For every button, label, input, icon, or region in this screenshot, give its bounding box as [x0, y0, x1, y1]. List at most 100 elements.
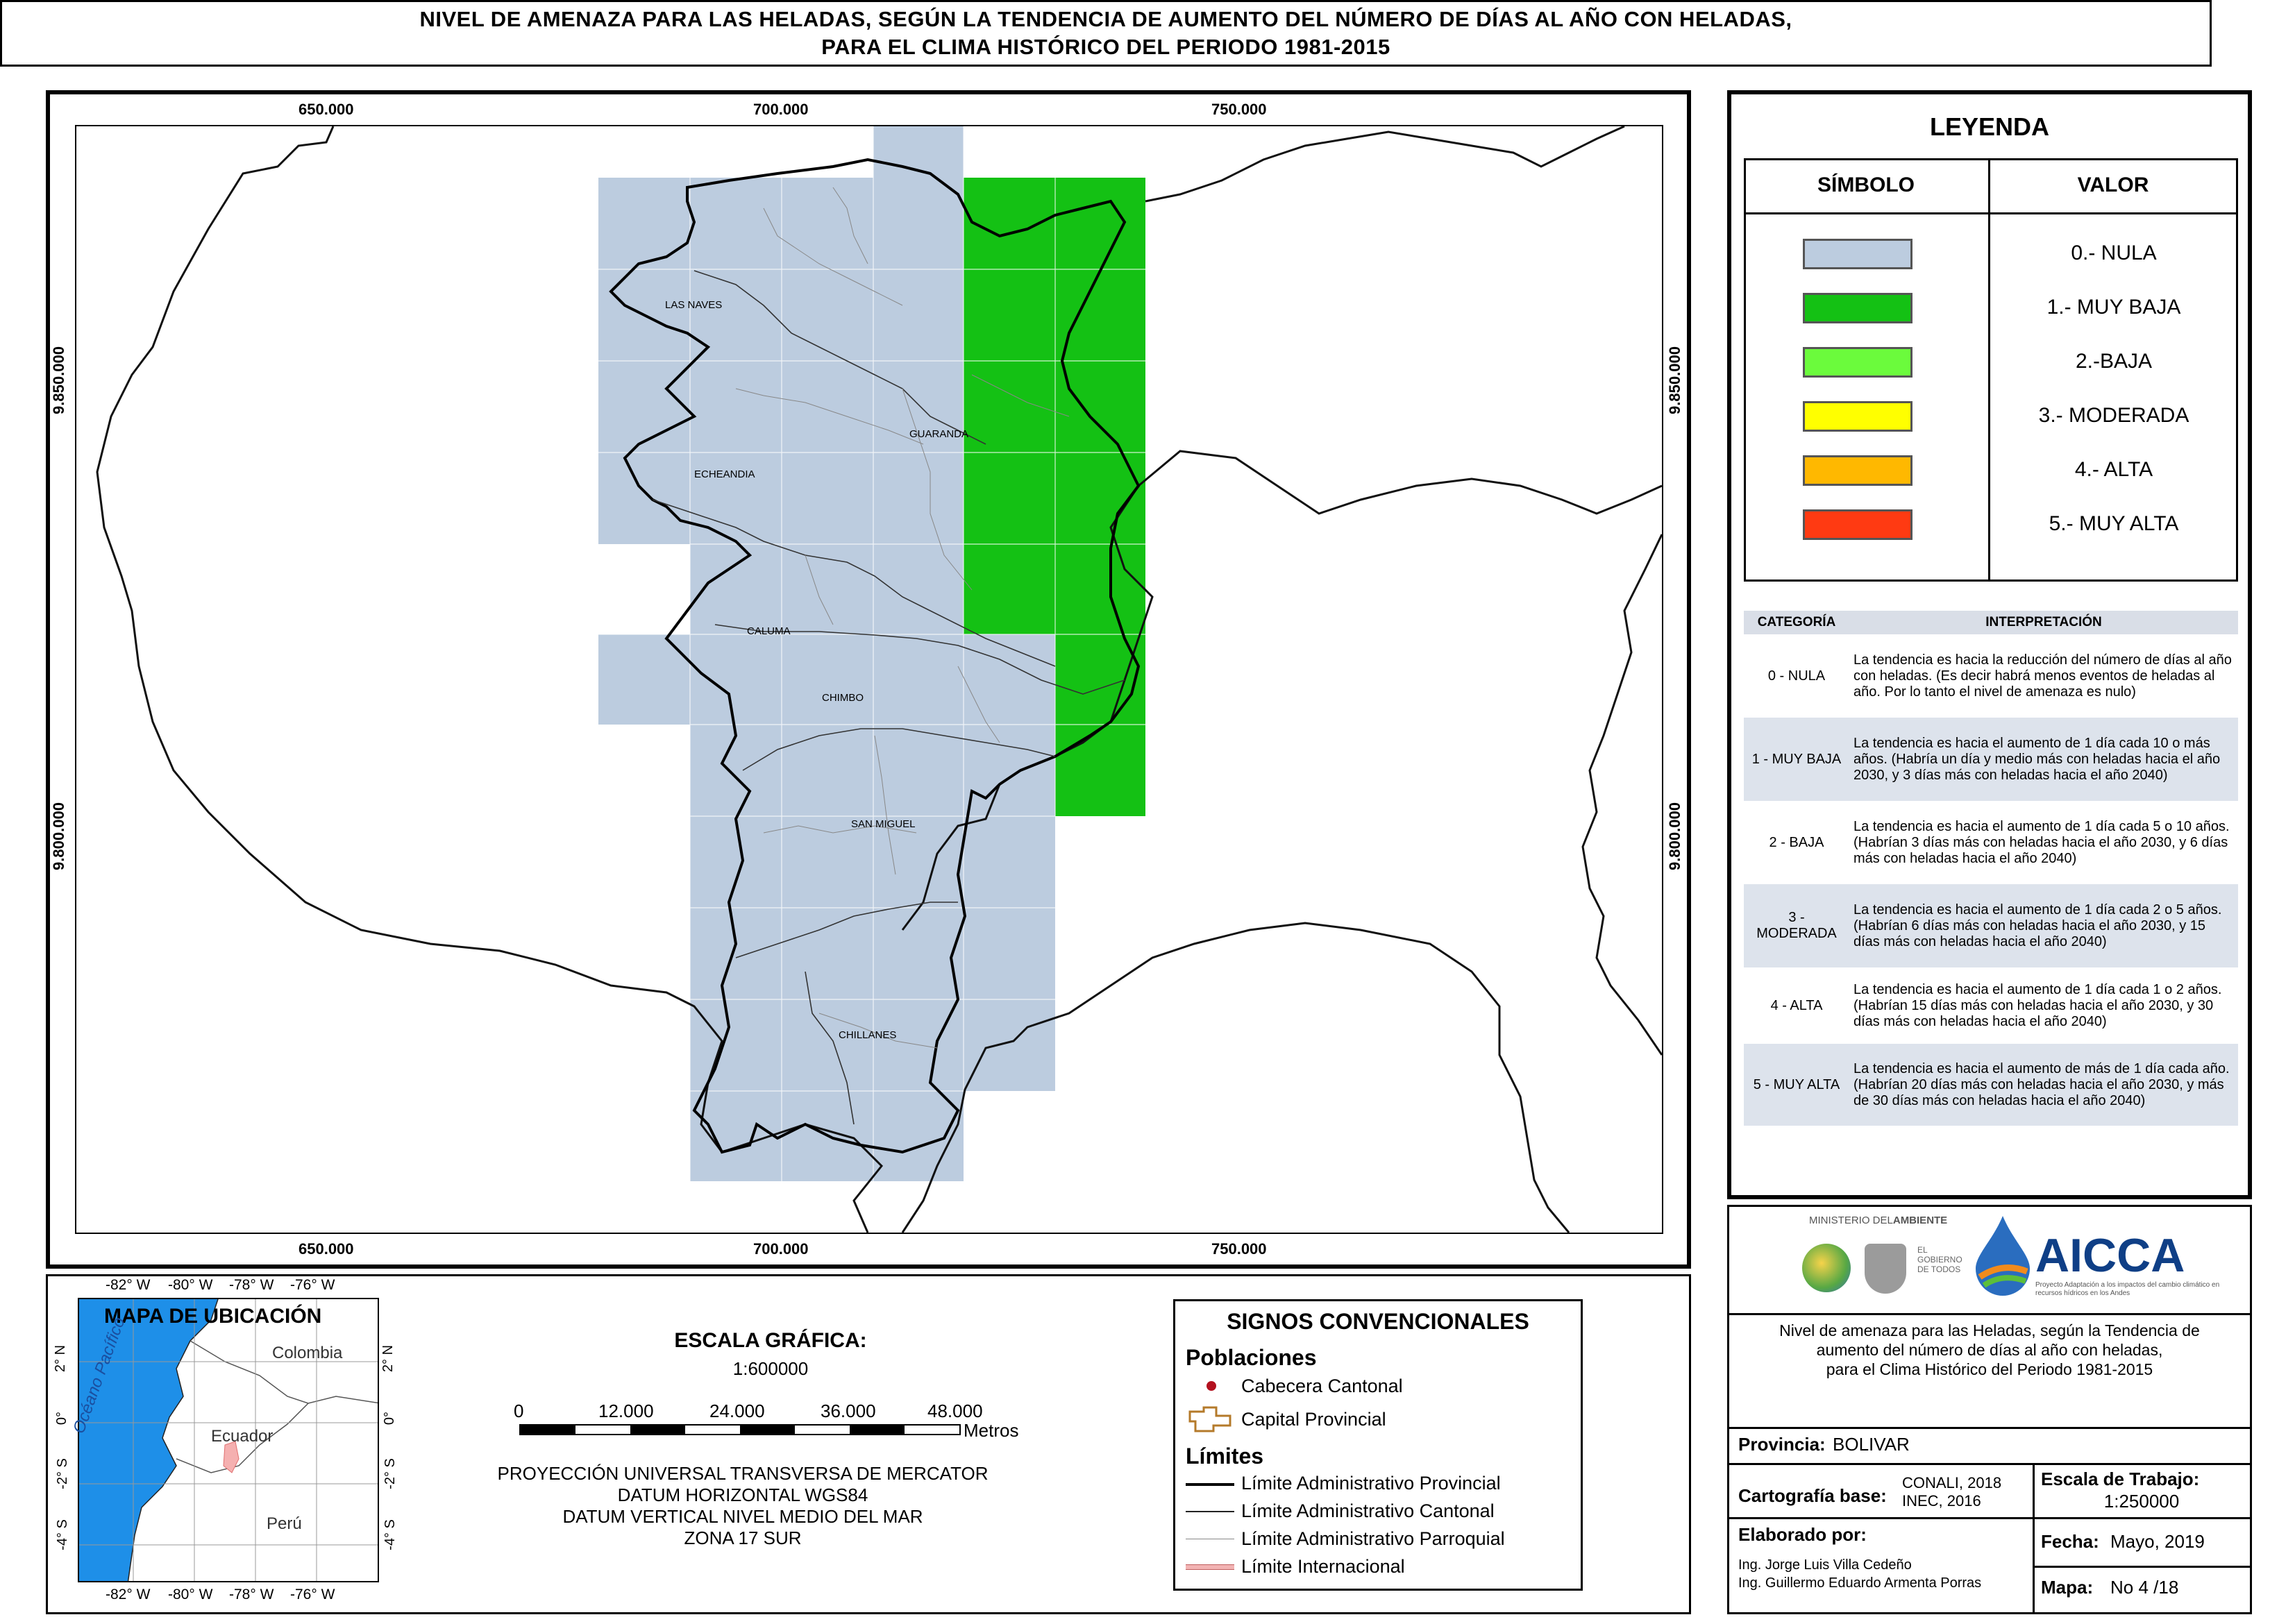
lon-tick-top-2: -80° W [168, 1277, 213, 1293]
elaborado-label: Elaborado por: [1738, 1524, 1867, 1545]
map-title-box: NIVEL DE AMENAZA PARA LAS HELADAS, SEGÚN… [0, 0, 2212, 67]
interp-text: La tendencia es hacia el aumento de más … [1849, 1044, 2238, 1126]
scale-bar [519, 1424, 961, 1435]
x-tick-top-1: 650.000 [299, 101, 354, 118]
country-ecuador: Ecuador [211, 1427, 274, 1446]
autor-1: Ing. Jorge Luis Villa Cedeño [1738, 1557, 1912, 1573]
interp-category: 2 - BAJA [1769, 834, 1824, 850]
aicca-drop-icon [1976, 1216, 2030, 1296]
description-line: aumento del número de días al año con he… [1816, 1341, 2163, 1359]
signs-capital: Capital Provincial [1241, 1409, 1386, 1430]
map-title-line-2: PARA EL CLIMA HISTÓRICO DEL PERIODO 1981… [821, 35, 1390, 59]
interp-category: 3 - MODERADA [1744, 884, 1849, 967]
escala-value: 1:250000 [2103, 1491, 2180, 1512]
interp-text: La tendencia es hacia el aumento de 1 dí… [1849, 884, 2238, 967]
cartografia-value-1: CONALI, 2018 [1902, 1474, 2002, 1491]
mapa-value: No 4 /18 [2110, 1577, 2179, 1598]
interp-col-category: CATEGORÍA [1744, 611, 1849, 634]
lon-tick-top-1: -82° W [106, 1277, 151, 1293]
provincia-value: BOLIVAR [1833, 1434, 1910, 1455]
y-tick-left-2: 9.800.000 [49, 802, 67, 870]
cartografia-label: Cartografía base: [1738, 1485, 1887, 1506]
aicca-logo-text: AICCA [2035, 1229, 2185, 1282]
map-title-line-1: NIVEL DE AMENAZA PARA LAS HELADAS, SEGÚN… [419, 7, 1792, 31]
legend-table-col-line [1988, 158, 1990, 582]
scale-tick-0: 0 [514, 1401, 524, 1421]
legend-swatch-muy-baja [1803, 293, 1912, 323]
interp-text: La tendencia es hacia la reducción del n… [1853, 652, 2232, 700]
legend-swatch-nula [1803, 239, 1912, 269]
interp-category: 0 - NULA [1767, 668, 1826, 684]
interp-col-interpretation: INTERPRETACIÓN [1849, 611, 2238, 634]
projection-line: DATUM VERTICAL NIVEL MEDIO DEL MAR [562, 1506, 923, 1527]
place-guaranda: GUARANDA [909, 428, 968, 440]
fecha-value: Mayo, 2019 [2110, 1531, 2205, 1552]
lon-tick-bottom-4: -76° W [290, 1587, 335, 1602]
legend-col-value: VALOR [2077, 174, 2149, 196]
line-provincial-icon [1186, 1483, 1234, 1486]
place-san-miguel: SAN MIGUEL [851, 818, 916, 830]
lon-tick-bottom-1: -82° W [106, 1587, 151, 1602]
info-grid-line-4 [2033, 1566, 2252, 1568]
x-tick-top-3: 750.000 [1211, 101, 1267, 118]
ecuador-shield-icon [1865, 1244, 1906, 1294]
lon-tick-bottom-2: -80° W [168, 1587, 213, 1602]
place-caluma: CALUMA [747, 625, 791, 637]
legend-table-header-line [1744, 212, 2238, 214]
signs-lim-provincial: Límite Administrativo Provincial [1241, 1473, 1501, 1494]
escala-label: Escala de Trabajo: [2041, 1469, 2200, 1489]
signs-poblaciones: Poblaciones [1186, 1345, 1317, 1370]
projection-line: DATUM HORIZONTAL WGS84 [617, 1485, 868, 1505]
lat-tick-right-3: -2° S [382, 1458, 398, 1489]
legend-swatch-alta [1803, 455, 1912, 486]
x-tick-bottom-2: 700.000 [753, 1240, 809, 1258]
y-tick-right-1: 9.850.000 [1665, 346, 1683, 414]
logo-ministerio-text: MINISTERIO DELAMBIENTE [1809, 1215, 1947, 1226]
scale-tick-2: 24.000 [709, 1401, 765, 1421]
legend-swatch-muy-alta [1803, 509, 1912, 540]
signs-cabecera: Cabecera Cantonal [1241, 1376, 1403, 1396]
lat-tick-right-2: 0° [382, 1411, 398, 1426]
x-tick-bottom-3: 750.000 [1211, 1240, 1267, 1258]
lat-tick-left-1: 2° N [53, 1344, 69, 1373]
cartografia-value-2: INEC, 2016 [1902, 1492, 1981, 1509]
signs-lim-parroquial: Límite Administrativo Parroquial [1241, 1528, 1505, 1549]
place-chimbo: CHIMBO [822, 692, 864, 704]
legend-swatch-moderada [1803, 401, 1912, 432]
interp-text: La tendencia es hacia el aumento de 1 dí… [1853, 818, 2230, 866]
x-tick-bottom-1: 650.000 [299, 1240, 354, 1258]
provincia-label: Provincia: [1738, 1434, 1826, 1455]
scale-tick-1: 12.000 [598, 1401, 654, 1421]
interp-category: 4 - ALTA [1770, 997, 1823, 1013]
signs-lim-cantonal: Límite Administrativo Cantonal [1241, 1500, 1495, 1521]
legend-swatch-baja [1803, 347, 1912, 378]
lat-tick-left-2: 0° [54, 1411, 70, 1426]
lat-tick-left-3: -2° S [54, 1458, 70, 1489]
y-tick-right-2: 9.800.000 [1665, 802, 1683, 870]
scale-tick-4: 48.000 [927, 1401, 983, 1421]
signs-title: SIGNOS CONVENCIONALES [1227, 1309, 1529, 1334]
place-echeandia: ECHEANDIA [694, 468, 755, 480]
capital-icon [1188, 1406, 1231, 1432]
country-peru: Perú [267, 1514, 302, 1533]
projection-line: ZONA 17 SUR [684, 1528, 802, 1548]
legend-title: LEYENDA [1929, 112, 2050, 141]
info-grid-line-2 [1727, 1463, 2252, 1465]
scale-ratio: 1:600000 [732, 1358, 809, 1379]
line-internacional-icon [1186, 1564, 1234, 1570]
info-grid-line-3 [1727, 1517, 2252, 1519]
legend-col-symbol: SÍMBOLO [1817, 174, 1915, 196]
legend-value-nula: 0.- NULA [2071, 242, 2157, 264]
interp-text: La tendencia es hacia el aumento de 1 dí… [1853, 981, 2222, 1029]
place-chillanes: CHILLANES [839, 1029, 896, 1041]
lat-tick-left-4: -4° S [54, 1519, 70, 1550]
ministerio-tree-icon [1802, 1244, 1851, 1292]
legend-value-alta: 4.- ALTA [2074, 458, 2153, 481]
y-tick-left-1: 9.850.000 [49, 346, 67, 414]
legend-value-muy-alta: 5.- MUY ALTA [2049, 512, 2179, 535]
projection-line: PROYECCIÓN UNIVERSAL TRANSVERSA DE MERCA… [497, 1463, 989, 1484]
aicca-subtitle: Proyecto Adaptación a los impactos del c… [2035, 1281, 2220, 1297]
lat-tick-right-4: -4° S [382, 1519, 398, 1550]
cabecera-dot-icon [1207, 1381, 1216, 1391]
hazard-map: LAS NAVES GUARANDA ECHEANDIA CALUMA CHIM… [96, 126, 1662, 1233]
